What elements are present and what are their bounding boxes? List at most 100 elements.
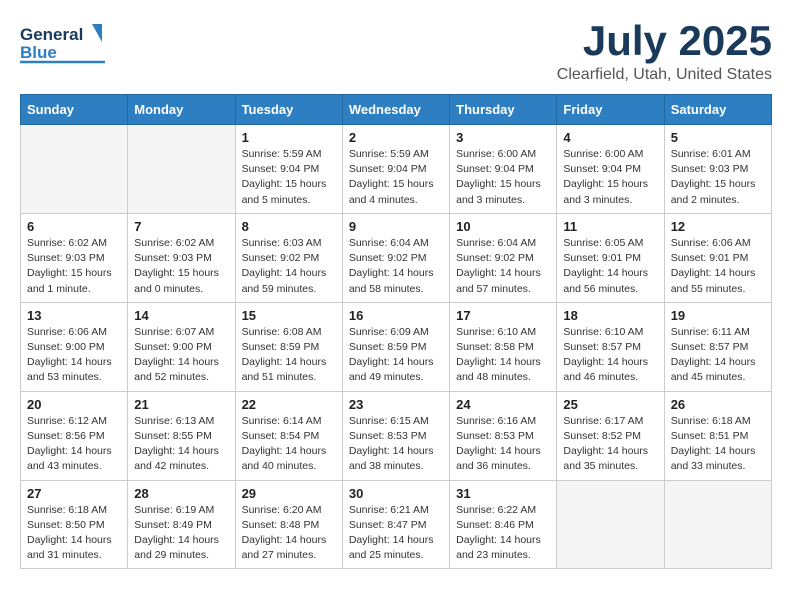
calendar-cell: 10 Sunrise: 6:04 AMSunset: 9:02 PMDayligh… [450, 213, 557, 302]
calendar-cell [557, 480, 664, 569]
day-info: Sunrise: 6:06 AMSunset: 9:00 PMDaylight:… [27, 325, 121, 386]
calendar-cell: 8 Sunrise: 6:03 AMSunset: 9:02 PMDaylight… [235, 213, 342, 302]
day-info: Sunrise: 6:02 AMSunset: 9:03 PMDaylight:… [27, 236, 121, 297]
calendar-week-5: 27 Sunrise: 6:18 AMSunset: 8:50 PMDayligh… [21, 480, 772, 569]
day-number: 11 [563, 219, 657, 234]
day-info: Sunrise: 6:10 AMSunset: 8:57 PMDaylight:… [563, 325, 657, 386]
calendar-cell: 20Sunrise: 6:12 AMSunset: 8:56 PMDayligh… [21, 391, 128, 480]
calendar-cell: 9 Sunrise: 6:04 AMSunset: 9:02 PMDaylight… [342, 213, 449, 302]
calendar-table: SundayMondayTuesdayWednesdayThursdayFrid… [20, 94, 772, 569]
day-info: Sunrise: 6:21 AMSunset: 8:47 PMDaylight:… [349, 503, 443, 564]
day-info: Sunrise: 6:00 AMSunset: 9:04 PMDaylight:… [563, 147, 657, 208]
calendar-cell: 5 Sunrise: 6:01 AMSunset: 9:03 PMDaylight… [664, 125, 771, 214]
calendar-cell: 19Sunrise: 6:11 AMSunset: 8:57 PMDayligh… [664, 302, 771, 391]
calendar-cell [664, 480, 771, 569]
day-number: 25 [563, 397, 657, 412]
day-info: Sunrise: 6:00 AMSunset: 9:04 PMDaylight:… [456, 147, 550, 208]
day-number: 16 [349, 308, 443, 323]
day-number: 14 [134, 308, 228, 323]
calendar-cell: 23 Sunrise: 6:15 AMSunset: 8:53 PMDayligh… [342, 391, 449, 480]
day-info: Sunrise: 6:18 AMSunset: 8:50 PMDaylight:… [27, 503, 121, 564]
day-info: Sunrise: 6:07 AMSunset: 9:00 PMDaylight:… [134, 325, 228, 386]
day-info: Sunrise: 5:59 AMSunset: 9:04 PMDaylight:… [349, 147, 443, 208]
month-title: July 2025 [557, 20, 772, 62]
day-number: 8 [242, 219, 336, 234]
day-info: Sunrise: 6:03 AMSunset: 9:02 PMDaylight:… [242, 236, 336, 297]
day-info: Sunrise: 6:04 AMSunset: 9:02 PMDaylight:… [349, 236, 443, 297]
day-info: Sunrise: 6:11 AMSunset: 8:57 PMDaylight:… [671, 325, 765, 386]
day-info: Sunrise: 6:20 AMSunset: 8:48 PMDaylight:… [242, 503, 336, 564]
day-info: Sunrise: 6:19 AMSunset: 8:49 PMDaylight:… [134, 503, 228, 564]
day-number: 13 [27, 308, 121, 323]
calendar-cell: 25 Sunrise: 6:17 AMSunset: 8:52 PMDayligh… [557, 391, 664, 480]
day-info: Sunrise: 6:14 AMSunset: 8:54 PMDaylight:… [242, 414, 336, 475]
day-number: 21 [134, 397, 228, 412]
day-number: 18 [563, 308, 657, 323]
calendar-cell: 24 Sunrise: 6:16 AMSunset: 8:53 PMDayligh… [450, 391, 557, 480]
day-info: Sunrise: 6:04 AMSunset: 9:02 PMDaylight:… [456, 236, 550, 297]
logo-svg: General Blue [20, 20, 115, 65]
day-info: Sunrise: 6:13 AMSunset: 8:55 PMDaylight:… [134, 414, 228, 475]
logo: General Blue [20, 20, 115, 65]
day-number: 24 [456, 397, 550, 412]
day-info: Sunrise: 6:10 AMSunset: 8:58 PMDaylight:… [456, 325, 550, 386]
day-info: Sunrise: 6:17 AMSunset: 8:52 PMDaylight:… [563, 414, 657, 475]
weekday-header-wednesday: Wednesday [342, 95, 449, 125]
calendar-cell: 11Sunrise: 6:05 AMSunset: 9:01 PMDayligh… [557, 213, 664, 302]
calendar-cell: 31 Sunrise: 6:22 AMSunset: 8:46 PMDayligh… [450, 480, 557, 569]
day-number: 30 [349, 486, 443, 501]
day-number: 15 [242, 308, 336, 323]
day-info: Sunrise: 6:02 AMSunset: 9:03 PMDaylight:… [134, 236, 228, 297]
calendar-cell: 30 Sunrise: 6:21 AMSunset: 8:47 PMDayligh… [342, 480, 449, 569]
day-info: Sunrise: 6:08 AMSunset: 8:59 PMDaylight:… [242, 325, 336, 386]
weekday-header-tuesday: Tuesday [235, 95, 342, 125]
day-info: Sunrise: 6:09 AMSunset: 8:59 PMDaylight:… [349, 325, 443, 386]
calendar-cell: 29Sunrise: 6:20 AMSunset: 8:48 PMDayligh… [235, 480, 342, 569]
day-number: 9 [349, 219, 443, 234]
title-area: July 2025 Clearfield, Utah, United State… [557, 20, 772, 84]
day-number: 31 [456, 486, 550, 501]
day-number: 26 [671, 397, 765, 412]
day-number: 23 [349, 397, 443, 412]
day-info: Sunrise: 6:06 AMSunset: 9:01 PMDaylight:… [671, 236, 765, 297]
day-number: 22 [242, 397, 336, 412]
day-info: Sunrise: 6:22 AMSunset: 8:46 PMDaylight:… [456, 503, 550, 564]
weekday-header-saturday: Saturday [664, 95, 771, 125]
day-number: 5 [671, 130, 765, 145]
calendar-cell: 21 Sunrise: 6:13 AMSunset: 8:55 PMDayligh… [128, 391, 235, 480]
day-number: 7 [134, 219, 228, 234]
calendar-cell [21, 125, 128, 214]
day-info: Sunrise: 6:15 AMSunset: 8:53 PMDaylight:… [349, 414, 443, 475]
weekday-header-thursday: Thursday [450, 95, 557, 125]
calendar-cell: 7 Sunrise: 6:02 AMSunset: 9:03 PMDaylight… [128, 213, 235, 302]
calendar-cell: 22 Sunrise: 6:14 AMSunset: 8:54 PMDayligh… [235, 391, 342, 480]
calendar-week-1: 1Sunrise: 5:59 AMSunset: 9:04 PMDaylight… [21, 125, 772, 214]
day-number: 17 [456, 308, 550, 323]
day-number: 4 [563, 130, 657, 145]
calendar-cell: 27 Sunrise: 6:18 AMSunset: 8:50 PMDayligh… [21, 480, 128, 569]
calendar-week-4: 20Sunrise: 6:12 AMSunset: 8:56 PMDayligh… [21, 391, 772, 480]
svg-text:General: General [20, 25, 83, 44]
day-number: 20 [27, 397, 121, 412]
calendar-cell: 14 Sunrise: 6:07 AMSunset: 9:00 PMDayligh… [128, 302, 235, 391]
page-header: General Blue July 2025 Clearfield, Utah,… [20, 20, 772, 84]
calendar-cell: 4 Sunrise: 6:00 AMSunset: 9:04 PMDaylight… [557, 125, 664, 214]
day-number: 12 [671, 219, 765, 234]
day-number: 27 [27, 486, 121, 501]
calendar-cell: 18 Sunrise: 6:10 AMSunset: 8:57 PMDayligh… [557, 302, 664, 391]
calendar-cell: 3Sunrise: 6:00 AMSunset: 9:04 PMDaylight… [450, 125, 557, 214]
svg-text:Blue: Blue [20, 43, 57, 62]
location: Clearfield, Utah, United States [557, 66, 772, 84]
calendar-cell: 2Sunrise: 5:59 AMSunset: 9:04 PMDaylight… [342, 125, 449, 214]
calendar-cell: 17 Sunrise: 6:10 AMSunset: 8:58 PMDayligh… [450, 302, 557, 391]
calendar-cell: 12 Sunrise: 6:06 AMSunset: 9:01 PMDayligh… [664, 213, 771, 302]
weekday-header-sunday: Sunday [21, 95, 128, 125]
day-number: 10 [456, 219, 550, 234]
day-info: Sunrise: 6:18 AMSunset: 8:51 PMDaylight:… [671, 414, 765, 475]
calendar-cell: 1Sunrise: 5:59 AMSunset: 9:04 PMDaylight… [235, 125, 342, 214]
calendar-cell: 16 Sunrise: 6:09 AMSunset: 8:59 PMDayligh… [342, 302, 449, 391]
day-info: Sunrise: 6:16 AMSunset: 8:53 PMDaylight:… [456, 414, 550, 475]
day-info: Sunrise: 6:01 AMSunset: 9:03 PMDaylight:… [671, 147, 765, 208]
weekday-header-monday: Monday [128, 95, 235, 125]
calendar-cell: 13 Sunrise: 6:06 AMSunset: 9:00 PMDayligh… [21, 302, 128, 391]
